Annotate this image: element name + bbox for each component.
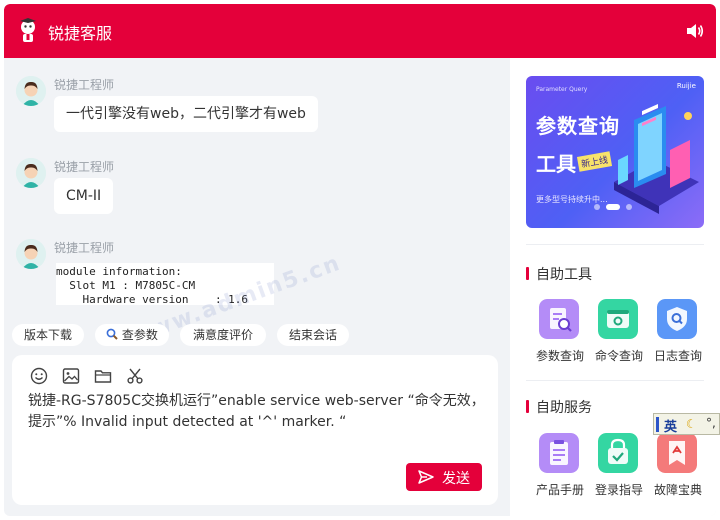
pager-dot[interactable] <box>626 204 632 210</box>
promo-banner[interactable]: Parameter Query Ruijie 参数查询 工具 新上线 更多型号持… <box>526 76 704 228</box>
message-bubble: 一代引擎没有web，二代引擎才有web <box>54 96 318 132</box>
message-input[interactable]: 锐捷-RG-S7805C交换机运行”enable service web-ser… <box>28 391 488 433</box>
param-query-icon <box>539 299 579 339</box>
banner-small-text: Parameter Query <box>536 86 588 93</box>
message-bubble: CM-II <box>54 178 114 214</box>
ime-mode[interactable]: 英 <box>664 416 677 435</box>
send-icon <box>418 470 434 484</box>
banner-title-line2: 工具 <box>536 152 576 176</box>
message-sender: 锐捷工程师 <box>54 78 115 92</box>
send-button[interactable]: 发送 <box>406 463 482 491</box>
emoji-icon[interactable] <box>30 367 48 385</box>
moon-icon[interactable]: ☾ <box>686 417 697 431</box>
param-query-label: 参数查询 <box>535 349 584 363</box>
fault-guide-icon <box>657 433 697 473</box>
message-sender: 锐捷工程师 <box>54 241 115 255</box>
engineer-avatar <box>16 239 46 269</box>
log-query-label: 日志查询 <box>653 349 702 363</box>
command-query-label: 命令查询 <box>594 349 643 363</box>
composer: 锐捷-RG-S7805C交换机运行”enable service web-ser… <box>12 355 498 505</box>
self-service-sidebar: Parameter Query Ruijie 参数查询 工具 新上线 更多型号持… <box>510 58 716 516</box>
login-guide-label: 登录指导 <box>594 483 643 497</box>
pager-dot[interactable] <box>594 204 600 210</box>
ime-punctuation[interactable]: °, <box>706 416 716 430</box>
banner-title-line1: 参数查询 <box>536 114 620 138</box>
chat-panel: 锐捷工程师 一代引擎没有web，二代引擎才有web 锐捷工程师 CM-II 锐捷… <box>4 58 510 516</box>
header: 锐捷客服 <box>4 4 716 58</box>
pager-dot[interactable] <box>606 204 620 210</box>
ime-handle[interactable] <box>656 417 659 432</box>
divider <box>526 380 704 381</box>
fault-guide-label: 故障宝典 <box>653 483 702 497</box>
scissors-icon[interactable] <box>126 367 144 385</box>
folder-icon[interactable] <box>94 367 112 385</box>
check-params-button[interactable]: 查参数 <box>95 324 169 346</box>
banner-illustration <box>614 103 699 214</box>
end-session-button[interactable]: 结束会话 <box>277 324 349 346</box>
banner-brand: Ruijie <box>676 82 696 90</box>
self-tools-title: 自助工具 <box>526 264 592 284</box>
message-sender: 锐捷工程师 <box>54 160 115 174</box>
check-params-label: 查参数 <box>121 328 158 342</box>
code-block: module information: Slot M1 : M7805C-CM … <box>56 263 274 305</box>
divider <box>526 244 704 245</box>
product-manual-label: 产品手册 <box>535 483 584 497</box>
search-icon <box>106 325 118 340</box>
satisfaction-button[interactable]: 满意度评价 <box>180 324 266 346</box>
send-label: 发送 <box>442 471 470 487</box>
engineer-avatar <box>16 158 46 188</box>
engineer-avatar <box>16 76 46 106</box>
mascot-logo-icon <box>20 18 36 42</box>
header-title: 锐捷客服 <box>48 24 113 43</box>
command-query-icon <box>598 299 638 339</box>
product-manual-icon <box>539 433 579 473</box>
version-download-button[interactable]: 版本下载 <box>12 324 84 346</box>
log-query-icon <box>657 299 697 339</box>
image-icon[interactable] <box>62 367 80 385</box>
speaker-icon[interactable] <box>686 23 704 39</box>
chat-app: 锐捷客服 锐捷工程师 一代引擎没有web，二代引擎才有web 锐捷工程师 CM-… <box>4 4 716 516</box>
self-service-title: 自助服务 <box>526 397 592 417</box>
ime-toolbar[interactable]: 英 ☾ °, <box>653 413 720 435</box>
login-guide-icon <box>598 433 638 473</box>
